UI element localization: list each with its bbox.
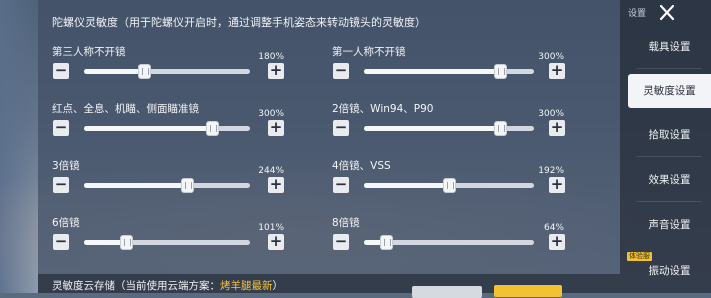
sidebar-item-effects[interactable]: 效果设置: [628, 163, 711, 197]
decrease-button[interactable]: −: [333, 120, 349, 136]
slider-label: 第一人称不开镜: [332, 46, 406, 58]
increase-button[interactable]: +: [268, 120, 284, 136]
slider-track[interactable]: [84, 235, 250, 250]
slider-handle[interactable]: [380, 235, 394, 250]
slider-fill: [84, 183, 187, 188]
slider-handle[interactable]: [180, 178, 194, 193]
slider-label: 4倍镜、VSS: [332, 160, 391, 172]
increase-button[interactable]: +: [549, 120, 565, 136]
slider-handle[interactable]: [494, 64, 507, 79]
sidebar-item-vehicle[interactable]: 载具设置: [628, 30, 711, 64]
slider-track[interactable]: [364, 235, 534, 250]
close-icon[interactable]: [656, 2, 678, 24]
cloud-storage-label: 灵敏度云存储（当前使用云端方案：烤羊腿最新）: [52, 280, 283, 292]
increase-button[interactable]: +: [268, 234, 284, 250]
increase-button[interactable]: +: [268, 177, 284, 193]
increase-button[interactable]: +: [549, 177, 565, 193]
slider-fill: [364, 183, 449, 188]
slider-track[interactable]: [364, 121, 534, 136]
decrease-button[interactable]: −: [333, 234, 349, 250]
slider-track[interactable]: [84, 121, 250, 136]
slider-track[interactable]: [84, 178, 250, 193]
decrease-button[interactable]: −: [53, 63, 69, 79]
slider-label: 8倍镜: [332, 217, 360, 229]
sidebar-item-vibration[interactable]: 振动设置: [628, 254, 711, 288]
decrease-button[interactable]: −: [53, 234, 69, 250]
cloud-action-button-1[interactable]: [412, 286, 482, 298]
slider-handle[interactable]: [119, 235, 133, 250]
decrease-button[interactable]: −: [53, 120, 69, 136]
increase-button[interactable]: +: [549, 234, 565, 250]
slider-fill: [84, 126, 212, 131]
slider-track[interactable]: [84, 64, 250, 79]
increase-button[interactable]: +: [268, 63, 284, 79]
slider-handle[interactable]: [205, 121, 219, 136]
sidebar-item-sound[interactable]: 声音设置: [628, 208, 711, 242]
slider-track[interactable]: [364, 64, 534, 79]
cloud-action-button-2[interactable]: [494, 285, 562, 297]
gyro-sensitivity-title: 陀螺仪灵敏度（用于陀螺仪开启时，通过调整手机姿态来转动镜头的灵敏度）: [52, 16, 426, 29]
slider-label: 2倍镜、Win94、P90: [332, 103, 434, 115]
cloud-scheme-name: 烤羊腿最新: [220, 280, 273, 292]
slider-handle[interactable]: [443, 178, 456, 193]
slider-handle[interactable]: [137, 64, 151, 79]
slider-label: 红点、全息、机瞄、侧面瞄准镜: [52, 103, 199, 115]
slider-track[interactable]: [364, 178, 534, 193]
decrease-button[interactable]: −: [333, 63, 349, 79]
slider-fill: [364, 69, 500, 74]
slider-label: 第三人称不开镜: [52, 46, 126, 58]
sidebar-divider: [636, 201, 702, 202]
decrease-button[interactable]: −: [333, 177, 349, 193]
slider-fill: [364, 126, 500, 131]
sidebar-divider: [636, 156, 702, 157]
slider-label: 6倍镜: [52, 217, 80, 229]
sidebar-divider: [636, 68, 702, 69]
increase-button[interactable]: +: [549, 63, 565, 79]
slider-handle[interactable]: [494, 121, 507, 136]
slider-label: 3倍镜: [52, 160, 80, 172]
sidebar-item-pickup[interactable]: 拾取设置: [628, 118, 711, 152]
sidebar-header: 设置: [628, 9, 647, 19]
sidebar-item-sensitivity[interactable]: 灵敏度设置: [628, 74, 711, 108]
slider-fill: [84, 69, 144, 74]
decrease-button[interactable]: −: [53, 177, 69, 193]
